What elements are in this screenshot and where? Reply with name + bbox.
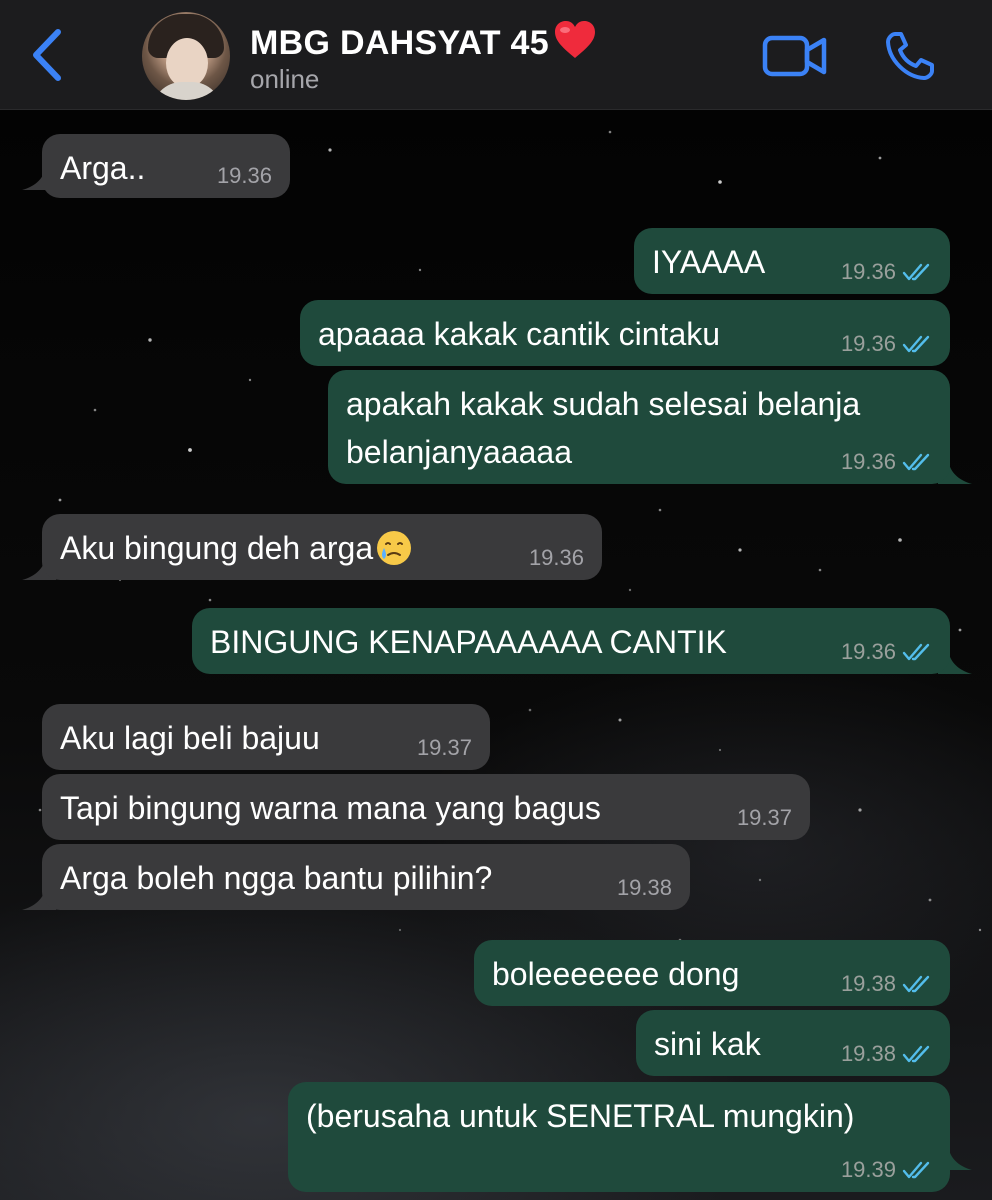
message-text: Aku lagi beli bajuu xyxy=(60,720,320,756)
voice-call-button[interactable] xyxy=(884,30,936,82)
message-time: 19.37 xyxy=(736,805,792,830)
chat-title[interactable]: MBG DAHSYAT 45 xyxy=(250,20,597,63)
message-incoming[interactable]: Aku lagi beli bajuu 19.37 xyxy=(42,704,490,770)
phone-icon xyxy=(886,32,934,80)
message-meta: 19.37 xyxy=(417,734,472,762)
face-holding-back-tears-icon xyxy=(377,531,412,565)
message-incoming[interactable]: Tapi bingung warna mana yang bagus 19.37 xyxy=(42,774,810,840)
chat-header: MBG DAHSYAT 45 online xyxy=(0,0,992,110)
message-meta: 19.36 xyxy=(841,258,932,286)
message-text: (berusaha untuk SENETRAL mungkin) xyxy=(306,1098,855,1134)
message-time: 19.39 xyxy=(840,1157,896,1182)
message-time: 19.36 xyxy=(840,259,896,284)
double-check-read-icon xyxy=(902,1045,930,1063)
double-check-read-icon xyxy=(902,975,930,993)
message-meta: 19.36 xyxy=(841,638,932,666)
message-meta: 19.38 xyxy=(617,874,672,902)
message-outgoing[interactable]: apaaaa kakak cantik cintaku 19.36 xyxy=(300,300,950,366)
online-status: online xyxy=(250,64,320,94)
message-text: BINGUNG KENAPAAAAAA CANTIK xyxy=(210,624,727,660)
double-check-read-icon xyxy=(902,453,930,471)
video-camera-icon xyxy=(762,35,827,77)
message-time: 19.37 xyxy=(416,735,472,760)
message-time: 19.36 xyxy=(528,545,584,570)
message-meta: 19.38 xyxy=(841,1040,932,1068)
message-meta: 19.39 xyxy=(841,1156,932,1184)
message-meta: 19.36 xyxy=(217,162,272,190)
message-meta: 19.36 xyxy=(841,448,932,476)
message-meta: 19.38 xyxy=(841,970,932,998)
message-outgoing[interactable]: (berusaha untuk SENETRAL mungkin) 19.39 xyxy=(288,1082,950,1192)
message-incoming[interactable]: Arga boleh ngga bantu pilihin? 19.38 xyxy=(42,844,690,910)
double-check-read-icon xyxy=(902,335,930,353)
message-outgoing[interactable]: IYAAAA 19.36 xyxy=(634,228,950,294)
double-check-read-icon xyxy=(902,263,930,281)
message-time: 19.36 xyxy=(840,331,896,356)
message-meta: 19.36 xyxy=(841,330,932,358)
message-outgoing[interactable]: apakah kakak sudah selesai belanja belan… xyxy=(328,370,950,484)
message-time: 19.36 xyxy=(840,449,896,474)
message-text: Aku bingung deh arga xyxy=(60,524,584,572)
message-outgoing[interactable]: boleeeeeee dong 19.38 xyxy=(474,940,950,1006)
message-time: 19.38 xyxy=(840,1041,896,1066)
double-check-read-icon xyxy=(902,1161,930,1179)
message-incoming[interactable]: Aku bingung deh arga 19.36 xyxy=(42,514,602,580)
chat-area[interactable]: Arga.. 19.36 IYAAAA 19.36 apaaaa kakak c… xyxy=(0,110,992,1200)
video-call-button[interactable] xyxy=(762,34,828,78)
message-time: 19.38 xyxy=(840,971,896,996)
message-outgoing[interactable]: sini kak 19.38 xyxy=(636,1010,950,1076)
message-text: Arga boleh ngga bantu pilihin? xyxy=(60,860,493,896)
message-outgoing[interactable]: BINGUNG KENAPAAAAAA CANTIK 19.36 xyxy=(192,608,950,674)
message-time: 19.36 xyxy=(840,639,896,664)
message-text: Tapi bingung warna mana yang bagus xyxy=(60,790,601,826)
heart-icon xyxy=(554,21,595,58)
double-check-read-icon xyxy=(902,643,930,661)
message-meta: 19.36 xyxy=(529,544,584,572)
avatar[interactable] xyxy=(142,12,230,100)
back-button[interactable] xyxy=(22,22,72,88)
message-text: apaaaa kakak cantik cintaku xyxy=(318,316,721,352)
message-time: 19.38 xyxy=(616,875,672,900)
message-incoming[interactable]: Arga.. 19.36 xyxy=(42,134,290,198)
chevron-left-icon xyxy=(33,29,61,81)
message-meta: 19.37 xyxy=(737,804,792,832)
contact-name: MBG DAHSYAT 45 xyxy=(250,24,549,62)
message-time: 19.36 xyxy=(216,163,272,188)
